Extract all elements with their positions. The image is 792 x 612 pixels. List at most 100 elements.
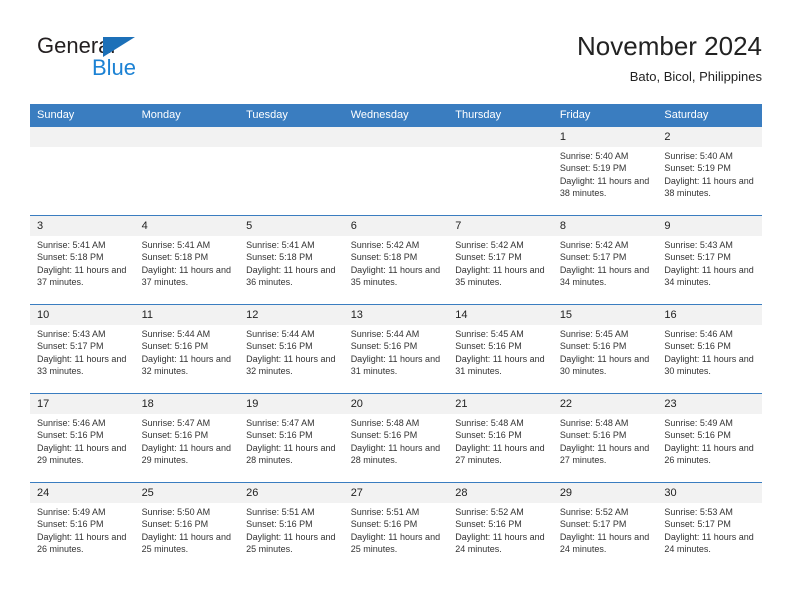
calendar-week-row: 24 Sunrise: 5:49 AM Sunset: 5:16 PM Dayligh… bbox=[30, 482, 762, 571]
daylight-text: Daylight: 11 hours and 32 minutes. bbox=[141, 353, 231, 377]
day-details: Sunrise: 5:43 AM Sunset: 5:17 PM Daylight:… bbox=[30, 325, 135, 378]
sunset-text: Sunset: 5:18 PM bbox=[37, 252, 104, 263]
daylight-text: Daylight: 11 hours and 26 minutes. bbox=[37, 531, 127, 555]
calendar-body: 1 Sunrise: 5:40 AM Sunset: 5:19 PM Daylight… bbox=[30, 126, 762, 571]
daylight-text: Daylight: 11 hours and 29 minutes. bbox=[141, 442, 231, 466]
calendar-day-cell[interactable]: 8 Sunrise: 5:42 AM Sunset: 5:17 PM Daylight… bbox=[552, 215, 658, 305]
calendar-day-cell[interactable]: 12 Sunrise: 5:44 AM Sunset: 5:16 PM Dayligh… bbox=[239, 304, 344, 394]
sunrise-text: Sunrise: 5:42 AM bbox=[455, 240, 524, 250]
page-title: November 2024 bbox=[577, 31, 762, 61]
sunset-text: Sunset: 5:16 PM bbox=[37, 519, 104, 530]
sunrise-text: Sunrise: 5:44 AM bbox=[350, 329, 420, 339]
sunrise-text: Sunrise: 5:52 AM bbox=[559, 507, 629, 517]
calendar-day-cell[interactable]: 26 Sunrise: 5:51 AM Sunset: 5:16 PM Dayligh… bbox=[239, 482, 344, 571]
day-details: Sunrise: 5:47 AM Sunset: 5:16 PM Daylight:… bbox=[239, 414, 344, 467]
daylight-text: Daylight: 11 hours and 36 minutes. bbox=[246, 264, 336, 288]
calendar-day-cell[interactable]: 6 Sunrise: 5:42 AM Sunset: 5:18 PM Daylight… bbox=[343, 215, 449, 305]
day-details: Sunrise: 5:52 AM Sunset: 5:17 PM Daylight:… bbox=[553, 503, 658, 556]
calendar-day-cell[interactable]: 10 Sunrise: 5:43 AM Sunset: 5:17 PM Dayligh… bbox=[30, 304, 135, 394]
calendar-day-cell[interactable]: 16 Sunrise: 5:46 AM Sunset: 5:16 PM Dayligh… bbox=[657, 304, 762, 394]
sunrise-text: Sunrise: 5:53 AM bbox=[664, 507, 733, 517]
calendar-day-cell[interactable]: 2 Sunrise: 5:40 AM Sunset: 5:19 PM Daylight… bbox=[657, 126, 762, 216]
calendar-day-cell[interactable]: 30 Sunrise: 5:53 AM Sunset: 5:17 PM Dayligh… bbox=[657, 482, 762, 571]
daylight-text: Daylight: 11 hours and 35 minutes. bbox=[455, 264, 545, 288]
calendar-day-cell[interactable]: 3 Sunrise: 5:41 AM Sunset: 5:18 PM Daylight… bbox=[30, 215, 135, 305]
calendar-day-cell[interactable]: 13 Sunrise: 5:44 AM Sunset: 5:16 PM Dayligh… bbox=[343, 304, 449, 394]
day-number: 13 bbox=[343, 305, 449, 325]
sunset-text: Sunset: 5:16 PM bbox=[455, 341, 522, 352]
daylight-text: Daylight: 11 hours and 33 minutes. bbox=[37, 353, 127, 377]
sunset-text: Sunset: 5:16 PM bbox=[141, 430, 209, 441]
day-details: Sunrise: 5:49 AM Sunset: 5:16 PM Daylight:… bbox=[30, 503, 135, 556]
generalblue-logo[interactable]: General Blue bbox=[32, 34, 212, 92]
calendar-grid: Sunday Monday Tuesday Wednesday Thursday… bbox=[30, 104, 762, 571]
calendar-cell-empty bbox=[134, 126, 240, 216]
sunrise-text: Sunrise: 5:48 AM bbox=[350, 418, 420, 428]
calendar-day-cell[interactable]: 29 Sunrise: 5:52 AM Sunset: 5:17 PM Dayligh… bbox=[552, 482, 658, 571]
calendar-day-cell[interactable]: 4 Sunrise: 5:41 AM Sunset: 5:18 PM Daylight… bbox=[134, 215, 240, 305]
day-number bbox=[134, 127, 240, 147]
day-number: 21 bbox=[448, 394, 553, 414]
daylight-text: Daylight: 11 hours and 34 minutes. bbox=[559, 264, 650, 288]
sunset-text: Sunset: 5:17 PM bbox=[559, 252, 627, 263]
calendar-day-cell[interactable]: 9 Sunrise: 5:43 AM Sunset: 5:17 PM Daylight… bbox=[657, 215, 762, 305]
calendar-day-cell[interactable]: 1 Sunrise: 5:40 AM Sunset: 5:19 PM Daylight… bbox=[552, 126, 658, 216]
calendar-day-cell[interactable]: 28 Sunrise: 5:52 AM Sunset: 5:16 PM Dayligh… bbox=[448, 482, 553, 571]
day-details: Sunrise: 5:46 AM Sunset: 5:16 PM Daylight:… bbox=[30, 414, 135, 467]
calendar-cell-empty bbox=[343, 126, 449, 216]
calendar-day-cell[interactable]: 23 Sunrise: 5:49 AM Sunset: 5:16 PM Dayligh… bbox=[657, 393, 762, 483]
calendar-day-cell[interactable]: 14 Sunrise: 5:45 AM Sunset: 5:16 PM Dayligh… bbox=[448, 304, 553, 394]
calendar-day-cell[interactable]: 20 Sunrise: 5:48 AM Sunset: 5:16 PM Dayligh… bbox=[343, 393, 449, 483]
calendar-day-cell[interactable]: 11 Sunrise: 5:44 AM Sunset: 5:16 PM Dayligh… bbox=[134, 304, 240, 394]
sunset-text: Sunset: 5:16 PM bbox=[246, 430, 313, 441]
calendar-day-cell[interactable]: 22 Sunrise: 5:48 AM Sunset: 5:16 PM Dayligh… bbox=[552, 393, 658, 483]
daylight-text: Daylight: 11 hours and 31 minutes. bbox=[350, 353, 441, 377]
sunrise-text: Sunrise: 5:41 AM bbox=[141, 240, 211, 250]
day-details: Sunrise: 5:41 AM Sunset: 5:18 PM Daylight:… bbox=[239, 236, 344, 289]
calendar-day-cell[interactable]: 19 Sunrise: 5:47 AM Sunset: 5:16 PM Dayligh… bbox=[239, 393, 344, 483]
daylight-text: Daylight: 11 hours and 38 minutes. bbox=[664, 175, 754, 199]
calendar-day-cell[interactable]: 17 Sunrise: 5:46 AM Sunset: 5:16 PM Dayligh… bbox=[30, 393, 135, 483]
sunset-text: Sunset: 5:17 PM bbox=[664, 519, 731, 530]
day-number: 29 bbox=[552, 483, 658, 503]
calendar-day-cell[interactable]: 5 Sunrise: 5:41 AM Sunset: 5:18 PM Daylight… bbox=[239, 215, 344, 305]
sunset-text: Sunset: 5:16 PM bbox=[559, 430, 627, 441]
sunrise-text: Sunrise: 5:49 AM bbox=[664, 418, 733, 428]
sunset-text: Sunset: 5:16 PM bbox=[141, 519, 209, 530]
daylight-text: Daylight: 11 hours and 24 minutes. bbox=[559, 531, 650, 555]
page-header: General Blue November 2024 Bato, Bicol, … bbox=[30, 30, 762, 100]
calendar-day-cell[interactable]: 7 Sunrise: 5:42 AM Sunset: 5:17 PM Daylight… bbox=[448, 215, 553, 305]
day-number: 10 bbox=[30, 305, 135, 325]
day-number bbox=[239, 127, 344, 147]
sunset-text: Sunset: 5:18 PM bbox=[246, 252, 313, 263]
sunset-text: Sunset: 5:19 PM bbox=[559, 163, 627, 174]
day-number: 24 bbox=[30, 483, 135, 503]
location-subtitle: Bato, Bicol, Philippines bbox=[629, 69, 762, 84]
day-number: 7 bbox=[448, 216, 553, 236]
daylight-text: Daylight: 11 hours and 30 minutes. bbox=[559, 353, 650, 377]
day-number: 25 bbox=[134, 483, 240, 503]
day-details: Sunrise: 5:48 AM Sunset: 5:16 PM Daylight:… bbox=[344, 414, 449, 467]
daylight-text: Daylight: 11 hours and 37 minutes. bbox=[37, 264, 127, 288]
calendar-day-cell[interactable]: 25 Sunrise: 5:50 AM Sunset: 5:16 PM Dayligh… bbox=[134, 482, 240, 571]
daylight-text: Daylight: 11 hours and 24 minutes. bbox=[664, 531, 754, 555]
calendar-day-cell[interactable]: 27 Sunrise: 5:51 AM Sunset: 5:16 PM Dayligh… bbox=[343, 482, 449, 571]
sunset-text: Sunset: 5:18 PM bbox=[350, 252, 418, 263]
calendar-day-cell[interactable]: 15 Sunrise: 5:45 AM Sunset: 5:16 PM Dayligh… bbox=[552, 304, 658, 394]
day-details: Sunrise: 5:40 AM Sunset: 5:19 PM Daylight:… bbox=[657, 147, 762, 200]
calendar-day-cell[interactable]: 21 Sunrise: 5:48 AM Sunset: 5:16 PM Dayligh… bbox=[448, 393, 553, 483]
day-details: Sunrise: 5:41 AM Sunset: 5:18 PM Daylight:… bbox=[135, 236, 240, 289]
weekday-header-friday: Friday bbox=[552, 104, 658, 127]
sunset-text: Sunset: 5:17 PM bbox=[559, 519, 627, 530]
daylight-text: Daylight: 11 hours and 25 minutes. bbox=[350, 531, 441, 555]
calendar-day-cell[interactable]: 18 Sunrise: 5:47 AM Sunset: 5:16 PM Dayligh… bbox=[134, 393, 240, 483]
daylight-text: Daylight: 11 hours and 27 minutes. bbox=[455, 442, 545, 466]
day-details: Sunrise: 5:44 AM Sunset: 5:16 PM Daylight:… bbox=[344, 325, 449, 378]
sunset-text: Sunset: 5:16 PM bbox=[141, 341, 209, 352]
calendar-day-cell[interactable]: 24 Sunrise: 5:49 AM Sunset: 5:16 PM Dayligh… bbox=[30, 482, 135, 571]
day-number: 6 bbox=[343, 216, 449, 236]
sunrise-text: Sunrise: 5:48 AM bbox=[455, 418, 524, 428]
sunrise-text: Sunrise: 5:47 AM bbox=[246, 418, 315, 428]
day-details: Sunrise: 5:44 AM Sunset: 5:16 PM Daylight:… bbox=[239, 325, 344, 378]
sunrise-text: Sunrise: 5:43 AM bbox=[37, 329, 106, 339]
